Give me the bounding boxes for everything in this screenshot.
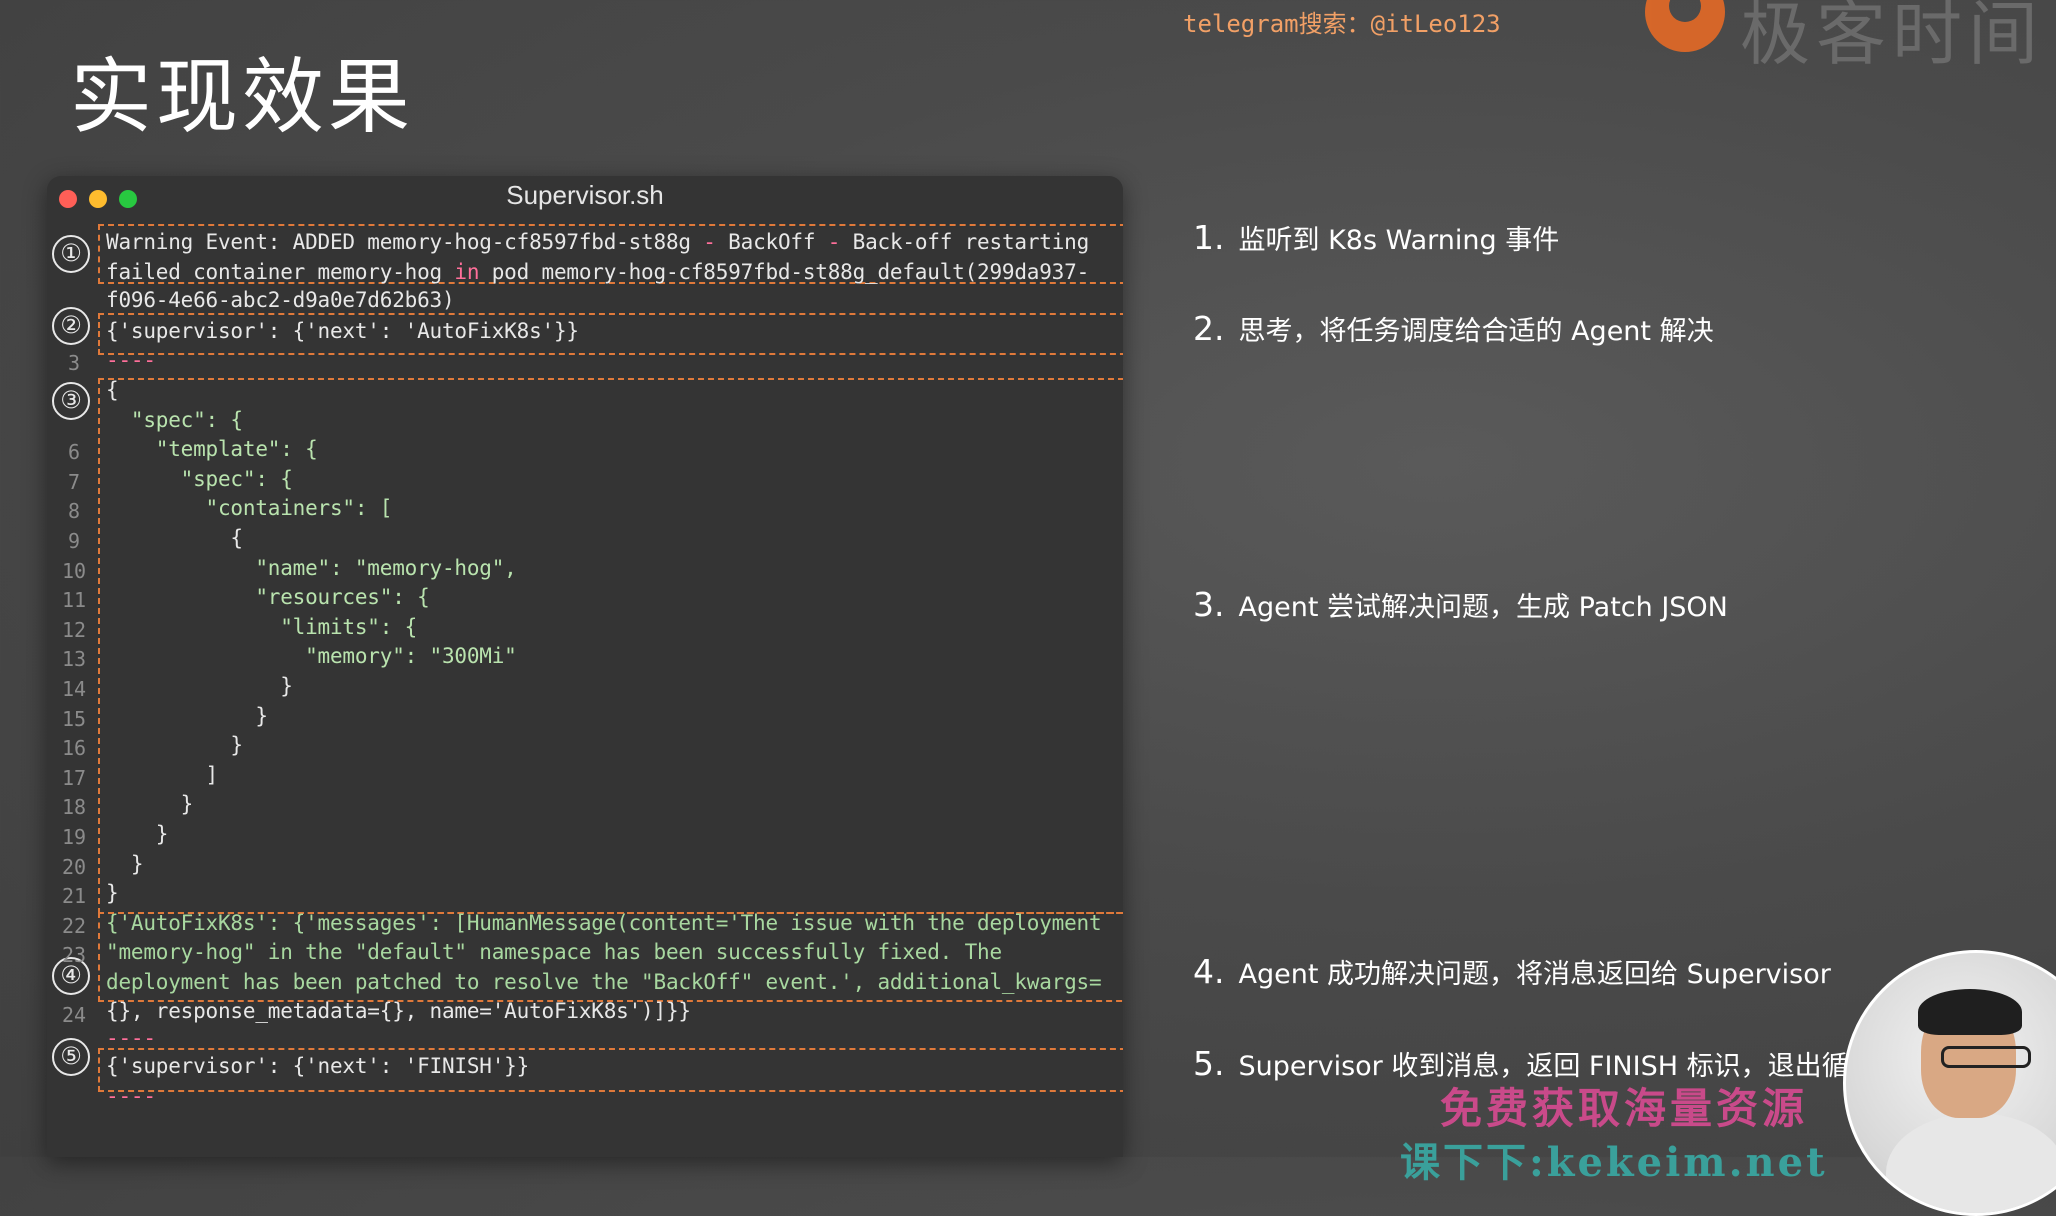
step-marker-5: ⑤ xyxy=(52,1038,90,1076)
step-3: 3. Agent 尝试解决问题，生成 Patch JSON xyxy=(1193,585,1728,624)
code-line-11: "resources": { xyxy=(106,585,430,609)
code-line-16: } xyxy=(106,733,243,757)
line-number: 14 xyxy=(61,677,87,701)
terminal-window: Supervisor.sh ① ② ③ ④ ⑤ 3 6 7 8 9 10 11 … xyxy=(47,176,1123,1157)
code-line-7: "spec": { xyxy=(106,467,293,491)
brand-text: 极客时间 xyxy=(1740,0,2044,75)
code-line-8: "containers": [ xyxy=(106,496,393,520)
promo-watermark-url: 课下下:kekeim.net xyxy=(1400,1139,1828,1186)
code-line-14: } xyxy=(106,674,293,698)
line-number: 11 xyxy=(61,588,87,612)
glasses-icon xyxy=(1941,1046,2031,1068)
line-number: 17 xyxy=(61,766,87,790)
code-line-13: "memory": "300Mi" xyxy=(106,644,517,668)
code-line-18: } xyxy=(106,792,194,816)
code-line-1-wrap: failed container memory-hog in pod memor… xyxy=(106,260,1090,284)
line-number: 6 xyxy=(67,440,81,464)
code-line-4: { xyxy=(106,378,119,402)
code-line-21: } xyxy=(106,881,119,905)
line-number: 9 xyxy=(67,529,81,553)
presenter-video-avatar xyxy=(1843,950,2056,1216)
code-line-20: } xyxy=(106,852,144,876)
code-line-19: } xyxy=(106,822,169,846)
code-line-2: {'supervisor': {'next': 'AutoFixK8s'}} xyxy=(106,319,579,343)
line-number: 22 xyxy=(61,914,87,938)
code-line-24: {'supervisor': {'next': 'FINISH'}} xyxy=(106,1054,530,1078)
line-number: 13 xyxy=(61,647,87,671)
brand-logo-icon xyxy=(1645,0,1725,52)
telegram-watermark: telegram搜索：@itLeo123 xyxy=(1183,10,1501,38)
line-number: 8 xyxy=(67,499,81,523)
code-line-22-wrap: "memory-hog" in the "default" namespace … xyxy=(106,940,1002,964)
code-line-23: ---- xyxy=(106,1026,156,1050)
code-line-22: {'AutoFixK8s': {'messages': [HumanMessag… xyxy=(106,911,1102,935)
line-number: 20 xyxy=(61,855,87,879)
code-line-15: } xyxy=(106,704,268,728)
line-number: 15 xyxy=(61,707,87,731)
code-line-5: "spec": { xyxy=(106,408,243,432)
step-2: 2. 思考，将任务调度给合适的 Agent 解决 xyxy=(1193,309,1714,348)
code-line-9: { xyxy=(106,526,243,550)
code-line-12: "limits": { xyxy=(106,615,418,639)
line-number: 3 xyxy=(67,351,81,375)
code-line-1: Warning Event: ADDED memory-hog-cf8597fb… xyxy=(106,230,1090,254)
code-line-1-wrap2: f096-4e66-abc2-d9a0e7d62b63) xyxy=(106,288,455,312)
line-number: 19 xyxy=(61,825,87,849)
presenter-hair xyxy=(1918,989,2022,1035)
line-number: 21 xyxy=(61,884,87,908)
line-number: 12 xyxy=(61,618,87,642)
line-number: 10 xyxy=(61,559,87,583)
code-line-3: ---- xyxy=(106,348,156,372)
code-line-25: ---- xyxy=(106,1084,156,1108)
promo-watermark: 免费获取海量资源 xyxy=(1440,1084,1809,1133)
slide-title: 实现效果 xyxy=(70,50,415,145)
code-line-22-wrap3: {}, response_metadata={}, name='AutoFixK… xyxy=(106,999,691,1023)
presenter-body xyxy=(1886,1113,2056,1213)
line-number: 16 xyxy=(61,736,87,760)
code-line-6: "template": { xyxy=(106,437,318,461)
step-1: 1. 监听到 K8s Warning 事件 xyxy=(1193,218,1560,257)
terminal-output: ① ② ③ ④ ⑤ 3 6 7 8 9 10 11 12 13 14 15 16… xyxy=(47,176,1123,1157)
code-line-17: ] xyxy=(106,763,219,787)
step-marker-2: ② xyxy=(52,307,90,345)
line-number: 24 xyxy=(61,1003,87,1027)
line-number: 18 xyxy=(61,795,87,819)
step-marker-1: ① xyxy=(52,235,90,273)
code-line-10: "name": "memory-hog", xyxy=(106,556,517,580)
step-marker-3: ③ xyxy=(52,382,90,420)
code-line-22-wrap2: deployment has been patched to resolve t… xyxy=(106,970,1102,994)
step-4: 4. Agent 成功解决问题，将消息返回给 Supervisor xyxy=(1193,952,1831,991)
line-number: 7 xyxy=(67,470,81,494)
line-number: 23 xyxy=(61,943,87,967)
